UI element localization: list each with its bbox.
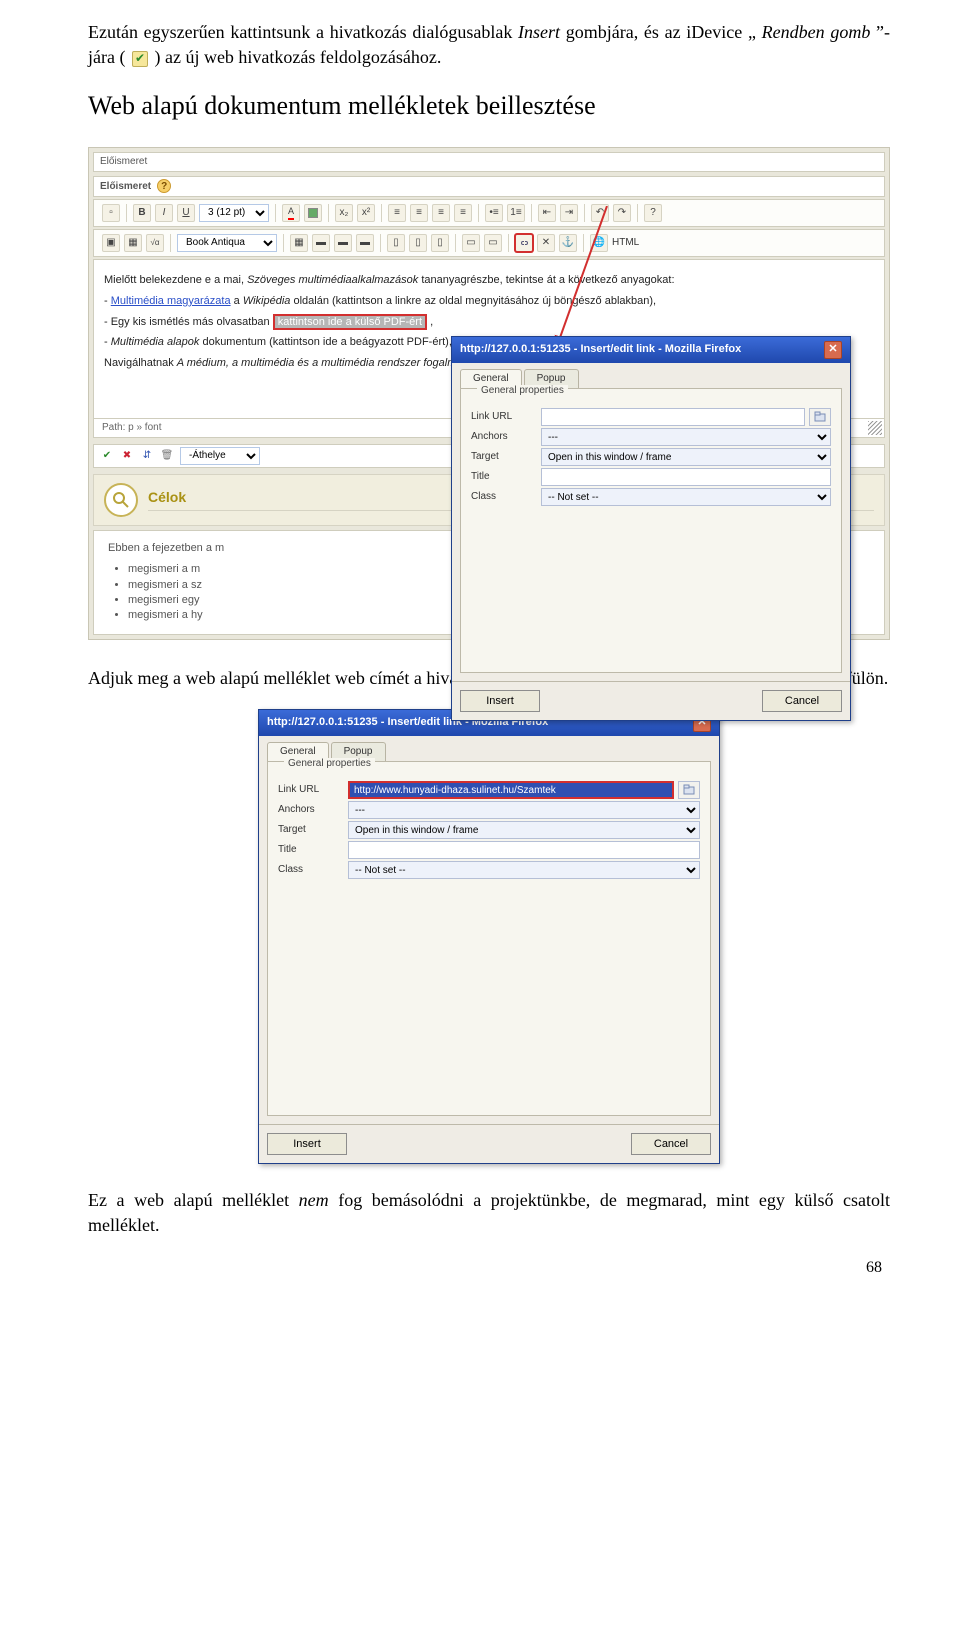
anchors-select[interactable]: --- <box>348 801 700 819</box>
ok-check-icon <box>132 51 148 67</box>
browse-url-icon[interactable] <box>809 408 831 426</box>
insert-image-icon[interactable]: ▣ <box>102 234 120 252</box>
merge-cells-icon[interactable]: ▭ <box>462 234 480 252</box>
editor-screenshot: Előismeret Előismeret? ▫ B I U 3 (12 pt)… <box>88 147 890 640</box>
anchors-select[interactable]: --- <box>541 428 831 446</box>
cancel-button[interactable]: Cancel <box>762 690 842 712</box>
col-delete-icon[interactable]: ▯ <box>431 234 449 252</box>
class-label: Class <box>278 863 348 877</box>
rendben-gomb-italic: Rendben gomb <box>762 22 871 42</box>
insert-link-icon[interactable] <box>515 234 533 252</box>
align-center-icon[interactable]: ≡ <box>410 204 428 222</box>
section-heading: Web alapú dokumentum mellékletek beilles… <box>88 88 890 124</box>
magnifier-icon <box>104 483 138 517</box>
bg-color-icon[interactable] <box>304 204 322 222</box>
font-color-icon[interactable]: A <box>282 204 300 222</box>
align-justify-icon[interactable]: ≡ <box>454 204 472 222</box>
wiki-link[interactable]: Multimédia magyarázata <box>111 295 231 307</box>
undo-icon[interactable]: ↶ <box>591 204 609 222</box>
link-url-input[interactable] <box>348 781 674 799</box>
target-select[interactable]: Open in this window / frame <box>348 821 700 839</box>
insert-button[interactable]: Insert <box>267 1133 347 1155</box>
superscript-icon[interactable]: x² <box>357 204 375 222</box>
dialog-titlebar[interactable]: http://127.0.0.1:51235 - Insert/edit lin… <box>452 337 850 363</box>
globe-icon[interactable]: 🌐 <box>590 234 608 252</box>
link-dialog: http://127.0.0.1:51235 - Insert/edit lin… <box>451 336 851 721</box>
move-idevice-select[interactable]: -Áthelye <box>180 447 260 465</box>
cancel-button[interactable]: Cancel <box>631 1133 711 1155</box>
outdent-icon[interactable]: ⇤ <box>538 204 556 222</box>
italic-icon[interactable]: I <box>155 204 173 222</box>
ok-icon[interactable]: ✔ <box>100 449 114 463</box>
align-left-icon[interactable]: ≡ <box>388 204 406 222</box>
trash-icon[interactable]: 🗑 <box>160 449 174 463</box>
link-dialog-2: http://127.0.0.1:51235 - Insert/edit lin… <box>258 709 720 1164</box>
anchors-label: Anchors <box>278 803 348 817</box>
link-title-input[interactable] <box>541 468 831 486</box>
html-button[interactable]: HTML <box>612 236 639 250</box>
page-number: 68 <box>88 1257 890 1279</box>
underline-icon[interactable]: U <box>177 204 195 222</box>
cancel-x-icon[interactable]: ✖ <box>120 449 134 463</box>
close-icon[interactable]: ✕ <box>824 341 842 359</box>
help-icon[interactable]: ? <box>157 179 171 193</box>
swap-icon[interactable]: ⇵ <box>140 449 154 463</box>
link-url-input[interactable] <box>541 408 805 426</box>
title-label: Title <box>278 843 348 857</box>
new-doc-icon[interactable]: ▫ <box>102 204 120 222</box>
font-size-select[interactable]: 3 (12 pt) <box>199 204 269 222</box>
class-select[interactable]: -- Not set -- <box>541 488 831 506</box>
browse-url-icon[interactable] <box>678 781 700 799</box>
general-properties-fieldset: General properties Link URL Anchors --- … <box>267 761 711 1116</box>
target-label: Target <box>278 823 348 837</box>
col-before-icon[interactable]: ▯ <box>387 234 405 252</box>
closing-paragraph: Ez a web alapú melléklet nem fog bemásol… <box>88 1188 890 1238</box>
row-after-icon[interactable]: ▬ <box>334 234 352 252</box>
list-number-icon[interactable]: 1≡ <box>507 204 525 222</box>
title-field-1[interactable]: Előismeret <box>93 152 885 172</box>
col-after-icon[interactable]: ▯ <box>409 234 427 252</box>
insert-button[interactable]: Insert <box>460 690 540 712</box>
indent-icon[interactable]: ⇥ <box>560 204 578 222</box>
row-delete-icon[interactable]: ▬ <box>356 234 374 252</box>
insert-word-italic: Insert <box>518 22 560 42</box>
split-cells-icon[interactable]: ▭ <box>484 234 502 252</box>
resize-handle-icon[interactable] <box>868 421 882 435</box>
anchor-icon[interactable]: ⚓ <box>559 234 577 252</box>
subscript-icon[interactable]: x₂ <box>335 204 353 222</box>
target-label: Target <box>471 450 541 464</box>
link-url-label: Link URL <box>471 410 541 424</box>
toolbar-row-2: ▣ ▦ √α Book Antiqua ▦ ▬ ▬ ▬ ▯ ▯ ▯ ▭ ▭ ✕ … <box>93 229 885 257</box>
general-properties-fieldset: General properties Link URL Anchors --- … <box>460 388 842 673</box>
align-right-icon[interactable]: ≡ <box>432 204 450 222</box>
font-name-select[interactable]: Book Antiqua <box>177 234 277 252</box>
row-before-icon[interactable]: ▬ <box>312 234 330 252</box>
class-select[interactable]: -- Not set -- <box>348 861 700 879</box>
table-icon[interactable]: ▦ <box>290 234 308 252</box>
class-label: Class <box>471 490 541 504</box>
nem-italic: nem <box>299 1190 329 1210</box>
selected-text: kattintson ide a külső PDF-ért <box>273 314 427 330</box>
title-field-2[interactable]: Előismeret? <box>93 176 885 197</box>
toolbar-row-1: ▫ B I U 3 (12 pt) A x₂ x² ≡ ≡ ≡ ≡ •≡ 1≡ … <box>93 199 885 227</box>
link-title-input[interactable] <box>348 841 700 859</box>
anchors-label: Anchors <box>471 430 541 444</box>
target-select[interactable]: Open in this window / frame <box>541 448 831 466</box>
bold-icon[interactable]: B <box>133 204 151 222</box>
insert-media-icon[interactable]: ▦ <box>124 234 142 252</box>
intro-paragraph: Ezután egyszerűen kattintsunk a hivatkoz… <box>88 20 890 70</box>
title-label: Title <box>471 470 541 484</box>
math-icon[interactable]: √α <box>146 234 164 252</box>
redo-icon[interactable]: ↷ <box>613 204 631 222</box>
list-bullet-icon[interactable]: •≡ <box>485 204 503 222</box>
link-url-label: Link URL <box>278 783 348 797</box>
help-toolbar-icon[interactable]: ? <box>644 204 662 222</box>
remove-link-icon[interactable]: ✕ <box>537 234 555 252</box>
